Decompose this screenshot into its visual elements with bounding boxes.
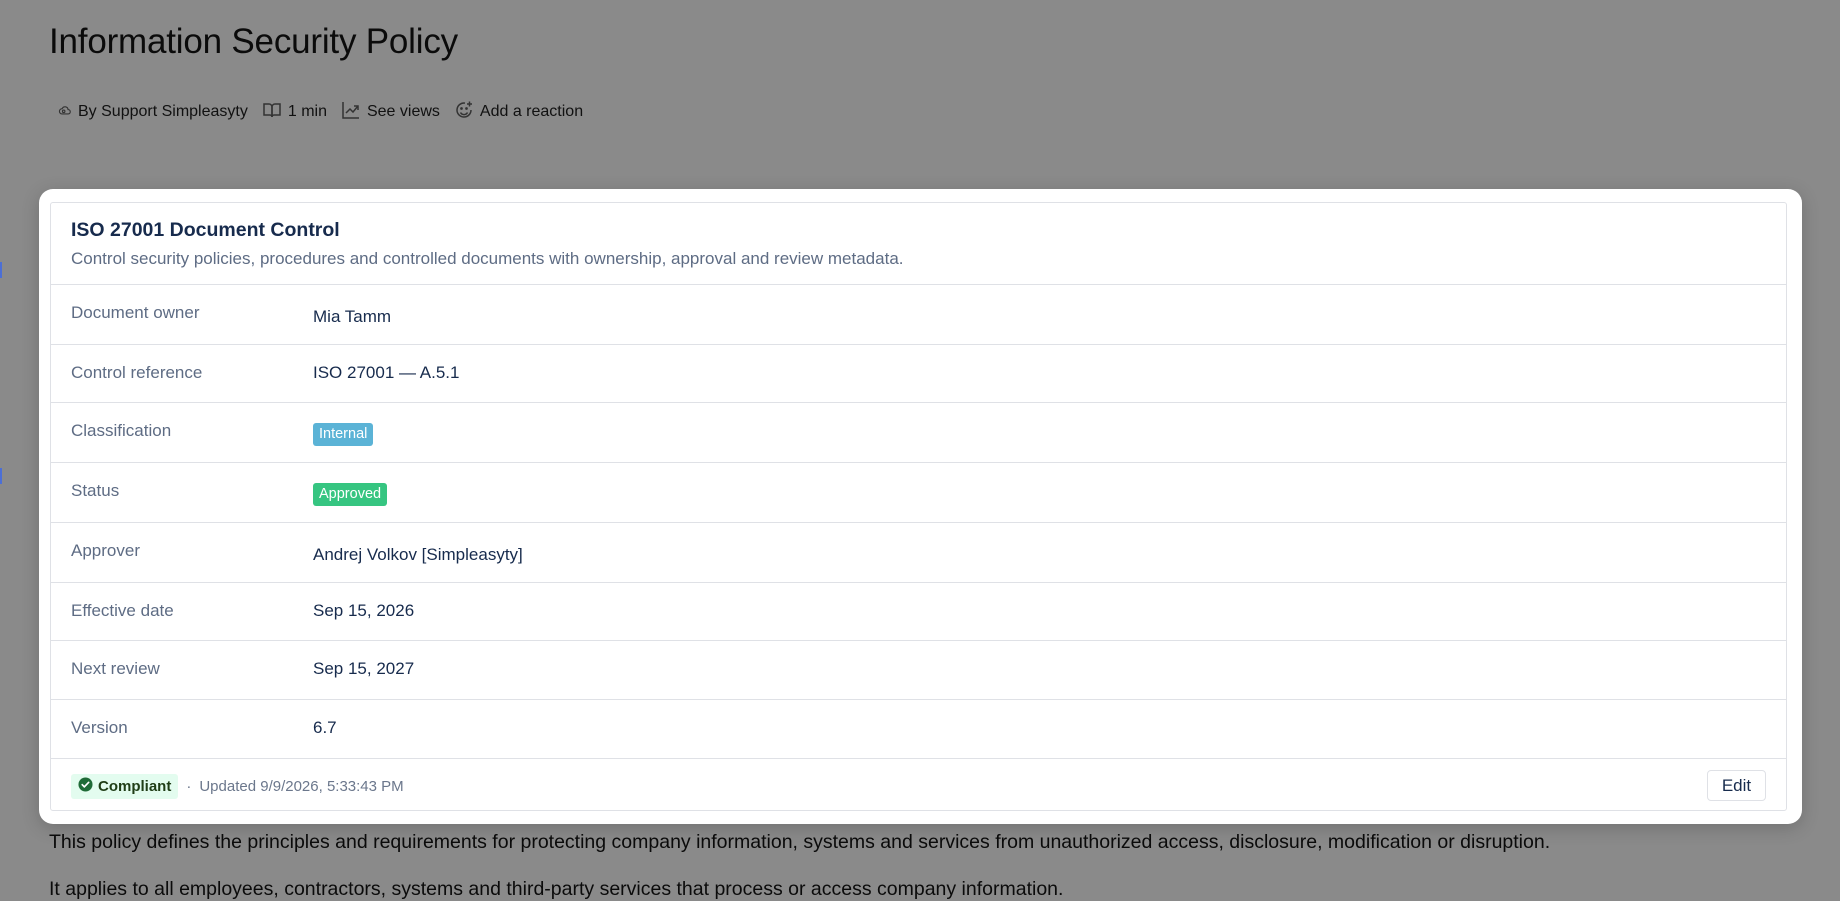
policy-paragraph: This policy defines the principles and r… [49,831,1551,853]
page-title: Information Security Policy [49,22,458,61]
effective-date-value: Sep 15, 2026 [313,601,415,620]
field-row-control-reference: Control reference ISO 27001 — A.5.1 [51,345,1786,403]
panel-footer: Compliant · Updated 9/9/2026, 5:33:43 PM… [51,759,1786,813]
field-row-classification: Classification Internal [51,403,1786,463]
cloud-icon [58,103,72,122]
approver-value: Andrej Volkov [Simpleasyty] [313,545,523,564]
read-time-label: 1 min [287,103,327,120]
see-views-label: See views [366,103,440,120]
field-row-effective-date: Effective date Sep 15, 2026 [51,583,1786,641]
status-value: Approved [313,463,388,522]
field-label: Effective date [71,601,174,620]
author-meta[interactable]: By Support Simpleasyty [58,103,248,122]
author-label: By Support Simpleasyty [78,103,248,120]
book-icon [262,100,282,125]
field-label: Status [71,481,120,500]
version-value: 6.7 [313,718,337,737]
field-label: Classification [71,421,172,440]
document-control-modal: ISO 27001 Document Control Control secur… [39,189,1802,824]
updated-timestamp: Updated 9/9/2026, 5:33:43 PM [199,777,404,795]
panel-header: ISO 27001 Document Control Control secur… [51,203,1786,285]
status-badge: Approved [313,483,388,506]
add-reaction-label: Add a reaction [479,103,584,120]
classification-value: Internal [313,403,374,462]
left-edge-marker [0,468,2,484]
add-reaction-icon [454,100,474,125]
see-views-button[interactable]: See views [341,100,440,125]
control-reference-value: ISO 27001 — A.5.1 [313,363,460,382]
add-reaction-button[interactable]: Add a reaction [454,100,583,125]
policy-paragraph: It applies to all employees, contractors… [49,878,1064,900]
classification-badge: Internal [313,423,374,446]
field-row-next-review: Next review Sep 15, 2027 [51,641,1786,700]
compliance-badge: Compliant [71,773,179,799]
field-row-version: Version 6.7 [51,700,1786,759]
document-owner-value: Mia Tamm [313,307,392,326]
compliance-label: Compliant [98,777,172,795]
field-label: Version [71,718,128,737]
next-review-value: Sep 15, 2027 [313,659,415,678]
left-edge-marker [0,262,2,278]
field-row-document-owner: Document owner Mia Tamm [51,285,1786,345]
read-time-meta[interactable]: 1 min [262,100,327,125]
edit-button[interactable]: Edit [1707,770,1766,801]
field-label: Approver [71,541,140,560]
field-label: Document owner [71,303,200,322]
field-row-status: Status Approved [51,463,1786,523]
field-label: Control reference [71,363,203,382]
check-circle-icon [78,776,93,796]
panel-title: ISO 27001 Document Control [71,219,340,241]
footer-separator: · [186,777,192,795]
field-row-approver: Approver Andrej Volkov [Simpleasyty] [51,523,1786,583]
document-control-panel: ISO 27001 Document Control Control secur… [50,202,1787,811]
field-label: Next review [71,659,160,678]
trend-chart-icon [341,100,361,125]
page-meta-row: By Support Simpleasyty 1 min See views A… [58,101,597,123]
panel-subtitle: Control security policies, procedures an… [71,249,904,268]
